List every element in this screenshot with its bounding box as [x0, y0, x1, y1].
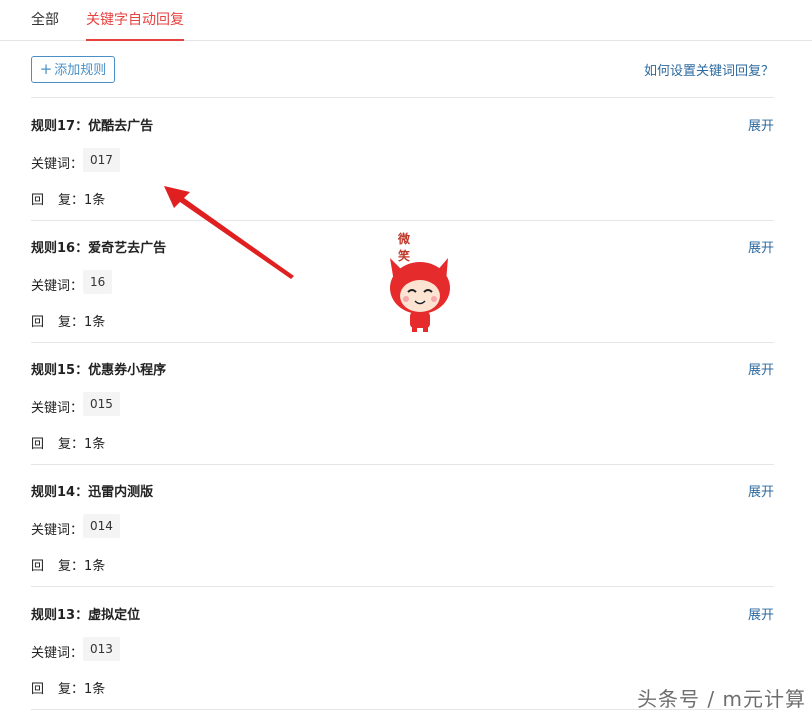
rule-item: 规则17：优酷去广告 展开 关键词： 017 回复：1条 [31, 98, 774, 221]
expand-link[interactable]: 展开 [748, 237, 774, 256]
red-arrow-pointer-icon [164, 186, 294, 279]
reply-value: 1条 [84, 315, 106, 330]
keyword-tag: 013 [83, 637, 120, 661]
rule-item: 规则15：优惠券小程序 展开 关键词： 015 回复：1条 [31, 342, 774, 465]
tab-bar: 全部 关键字自动回复 [0, 0, 812, 41]
reply-label-a: 回 [31, 559, 45, 574]
reply-label-a: 回 [31, 315, 45, 330]
reply-value: 1条 [84, 437, 106, 452]
reply-label-a: 回 [31, 682, 45, 697]
expand-link[interactable]: 展开 [748, 359, 774, 378]
reply-value: 1条 [84, 193, 106, 208]
reply-count: 回复：1条 [31, 311, 105, 330]
expand-link[interactable]: 展开 [748, 115, 774, 134]
keyword-label: 关键词： [31, 401, 84, 416]
rule-title: 规则13：虚拟定位 [31, 608, 141, 623]
reply-count: 回复：1条 [31, 433, 105, 452]
keyword-tag: 014 [83, 514, 120, 538]
reply-value: 1条 [84, 559, 106, 574]
rule-title: 规则16：爱奇艺去广告 [31, 241, 167, 256]
reply-label-b: 复： [58, 437, 85, 452]
keyword-label: 关键词： [31, 157, 84, 172]
rule-item: 规则14：迅雷内测版 展开 关键词： 014 回复：1条 [31, 464, 774, 587]
reply-count: 回复：1条 [31, 678, 105, 697]
help-link[interactable]: 如何设置关键词回复？ [644, 60, 774, 79]
keyword-tag: 015 [83, 392, 120, 416]
tab-all[interactable]: 全部 [31, 0, 59, 40]
keyword-label: 关键词： [31, 279, 84, 294]
rule-title: 规则14：迅雷内测版 [31, 485, 154, 500]
keyword-tag: 16 [83, 270, 113, 294]
reply-label-b: 复： [58, 682, 85, 697]
add-rule-label: 添加规则 [54, 63, 107, 78]
reply-count: 回复：1条 [31, 189, 105, 208]
reply-label-a: 回 [31, 193, 45, 208]
keyword-tag: 017 [83, 148, 120, 172]
rule-title: 规则15：优惠券小程序 [31, 363, 167, 378]
reply-value: 1条 [84, 682, 106, 697]
plus-icon: + [39, 60, 53, 78]
add-rule-button[interactable]: + 添加规则 [31, 56, 115, 83]
reply-label-b: 复： [58, 315, 85, 330]
expand-link[interactable]: 展开 [748, 604, 774, 623]
reply-count: 回复：1条 [31, 555, 105, 574]
keyword-label: 关键词： [31, 646, 84, 661]
reply-label-a: 回 [31, 437, 45, 452]
expand-link[interactable]: 展开 [748, 481, 774, 500]
reply-label-b: 复： [58, 559, 85, 574]
watermark: 头条号 / m元计算 [637, 687, 806, 711]
rule-title: 规则17：优酷去广告 [31, 119, 154, 134]
reply-label-b: 复： [58, 193, 85, 208]
tab-keyword-auto-reply[interactable]: 关键字自动回复 [86, 0, 184, 41]
keyword-label: 关键词： [31, 523, 84, 538]
